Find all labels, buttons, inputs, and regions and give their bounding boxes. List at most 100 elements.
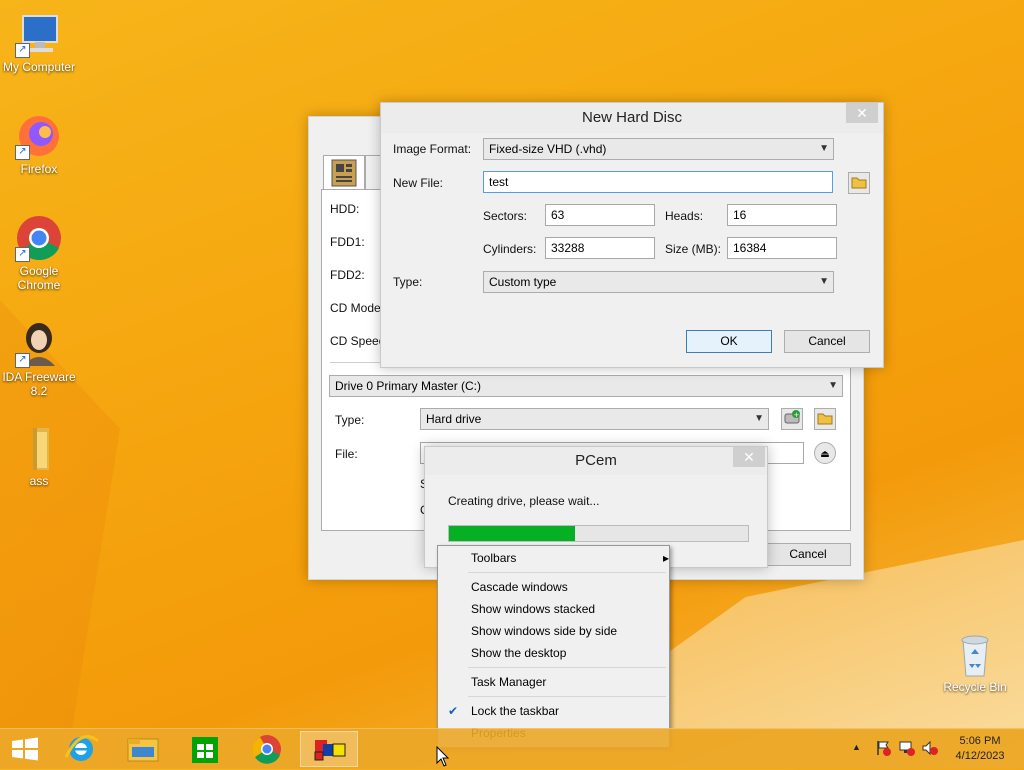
tab-motherboard[interactable] — [323, 155, 365, 190]
taskbar-file-explorer[interactable] — [116, 731, 170, 767]
menu-item-show-windows-stacked[interactable]: Show windows stacked — [471, 599, 595, 619]
drive-select-value: Drive 0 Primary Master (C:) — [335, 379, 482, 393]
volume-muted-icon[interactable] — [921, 739, 939, 760]
svg-text:+: + — [794, 411, 800, 419]
chevron-down-icon: ▼ — [819, 143, 829, 154]
image-format-select[interactable]: Fixed-size VHD (.vhd) ▼ — [483, 138, 834, 160]
size-input[interactable]: 16384 — [727, 237, 837, 259]
taskbar-ie[interactable] — [54, 731, 108, 767]
file-label: File: — [335, 447, 358, 461]
shortcut-arrow-icon: ↗ — [15, 353, 30, 368]
taskbar: ▲ 5:06 PM 4/12/2023 — [0, 728, 1024, 769]
start-button[interactable] — [0, 731, 50, 767]
desktop-icon-label: ass — [29, 474, 49, 488]
desktop-icon-label: Recycle Bin — [943, 680, 1007, 694]
action-center-flag-icon[interactable] — [874, 739, 892, 760]
mouse-cursor-icon — [436, 746, 450, 767]
ida-portrait-icon: ↗ — [15, 320, 63, 368]
sectors-input[interactable]: 63 — [545, 204, 655, 226]
network-icon[interactable] — [898, 739, 916, 760]
clock-date: 4/12/2023 — [955, 750, 1005, 762]
desktop-icon-firefox[interactable]: ↗ Firefox — [1, 112, 77, 176]
close-button[interactable]: ✕ — [846, 103, 878, 123]
settings-cancel-button[interactable]: Cancel — [765, 543, 851, 566]
desktop-icon-label: Google Chrome — [17, 264, 61, 292]
progress-bar-fill — [449, 526, 575, 541]
cylinders-input[interactable]: 33288 — [545, 237, 655, 259]
menu-item-task-manager[interactable]: Task Manager — [471, 672, 546, 692]
chevron-down-icon: ▼ — [819, 276, 829, 287]
disk-type-select[interactable]: Custom type ▼ — [483, 271, 834, 293]
desktop-icon-chrome[interactable]: ↗ Google Chrome — [1, 214, 77, 292]
computer-icon: ↗ — [15, 10, 63, 58]
desktop-icon-label: IDA Freeware 8.2 — [2, 370, 76, 398]
cd-model-label: CD Mode — [330, 301, 381, 315]
taskbar-context-menu: Toolbars ▸ Cascade windows Show windows … — [437, 545, 670, 748]
store-icon — [192, 737, 218, 763]
cd-speed-label: CD Speed — [330, 334, 386, 348]
submenu-arrow-icon: ▸ — [662, 551, 669, 565]
clock-time: 5:06 PM — [959, 735, 1001, 747]
clock[interactable]: 5:06 PM 4/12/2023 — [950, 734, 1010, 764]
new-disk-icon: + — [784, 410, 800, 424]
chevron-down-icon: ▼ — [754, 413, 764, 424]
close-button[interactable]: ✕ — [733, 447, 765, 467]
settings-tab-strip — [323, 155, 385, 190]
menu-item-show-desktop[interactable]: Show the desktop — [471, 643, 566, 663]
cancel-button[interactable]: Cancel — [784, 330, 870, 353]
open-folder-icon — [851, 177, 867, 189]
progress-title: PCem — [575, 452, 617, 469]
progress-message: Creating drive, please wait... — [448, 494, 600, 508]
type-label: Type: — [335, 413, 365, 427]
taskbar-chrome[interactable] — [240, 731, 294, 767]
menu-separator — [468, 667, 666, 668]
shortcut-arrow-icon: ↗ — [15, 145, 30, 160]
ok-button[interactable]: OK — [686, 330, 772, 353]
drive-select[interactable]: Drive 0 Primary Master (C:) ▼ — [329, 375, 843, 397]
fdd2-label: FDD2: — [330, 268, 365, 282]
desktop-icon-label: Firefox — [20, 162, 58, 176]
file-explorer-icon — [127, 738, 159, 762]
cylinders-label: Cylinders: — [483, 242, 537, 256]
menu-item-lock-taskbar[interactable]: Lock the taskbar — [471, 701, 559, 721]
image-format-label: Image Format: — [393, 142, 472, 156]
size-label: Size (MB): — [665, 242, 722, 256]
menu-item-cascade-windows[interactable]: Cascade windows — [471, 577, 568, 597]
eject-button[interactable]: ⏏ — [814, 442, 836, 464]
progress-titlebar: PCem ✕ — [425, 447, 767, 475]
new-hard-disc-dialog: New Hard Disc ✕ Image Format: Fixed-size… — [380, 102, 884, 368]
type-label: Type: — [393, 275, 423, 289]
desktop-icon-ass-folder[interactable]: ass — [1, 424, 77, 488]
menu-item-toolbars[interactable]: Toolbars ▸ — [471, 548, 669, 568]
drive-type-value: Hard drive — [426, 412, 482, 426]
menu-separator — [468, 572, 666, 573]
taskbar-pcem[interactable] — [300, 731, 358, 767]
desktop-icon-my-computer[interactable]: ↗ My Computer — [1, 10, 77, 74]
checkmark-icon: ✔ — [448, 704, 459, 718]
open-drive-button[interactable] — [814, 408, 836, 430]
heads-label: Heads: — [665, 209, 704, 223]
dialog-title: New Hard Disc — [581, 109, 683, 126]
menu-item-show-windows-side-by-side[interactable]: Show windows side by side — [471, 621, 617, 641]
shortcut-arrow-icon: ↗ — [15, 43, 30, 58]
desktop-icon-ida[interactable]: ↗ IDA Freeware 8.2 — [1, 320, 77, 398]
browse-file-button[interactable] — [848, 172, 870, 194]
new-drive-button[interactable]: + — [781, 408, 803, 430]
windows-logo-icon — [12, 737, 38, 761]
desktop-icon-recycle-bin[interactable]: Recycle Bin — [937, 630, 1013, 694]
chevron-down-icon: ▼ — [828, 380, 838, 391]
hdd-label: HDD: — [330, 202, 360, 216]
new-file-input[interactable]: test — [483, 171, 833, 193]
menu-separator — [468, 696, 666, 697]
heads-input[interactable]: 16 — [727, 204, 837, 226]
taskbar-store[interactable] — [178, 731, 232, 767]
show-hidden-icons-button[interactable]: ▲ — [852, 742, 861, 752]
drive-type-select[interactable]: Hard drive ▼ — [420, 408, 769, 430]
desktop-icon-label: My Computer — [2, 60, 76, 74]
new-file-label: New File: — [393, 176, 444, 190]
eject-icon: ⏏ — [820, 449, 830, 460]
folder-icon — [15, 424, 63, 472]
new-hard-disc-titlebar: New Hard Disc ✕ — [381, 103, 883, 133]
sectors-label: Sectors: — [483, 209, 528, 223]
internet-explorer-icon — [64, 735, 99, 761]
